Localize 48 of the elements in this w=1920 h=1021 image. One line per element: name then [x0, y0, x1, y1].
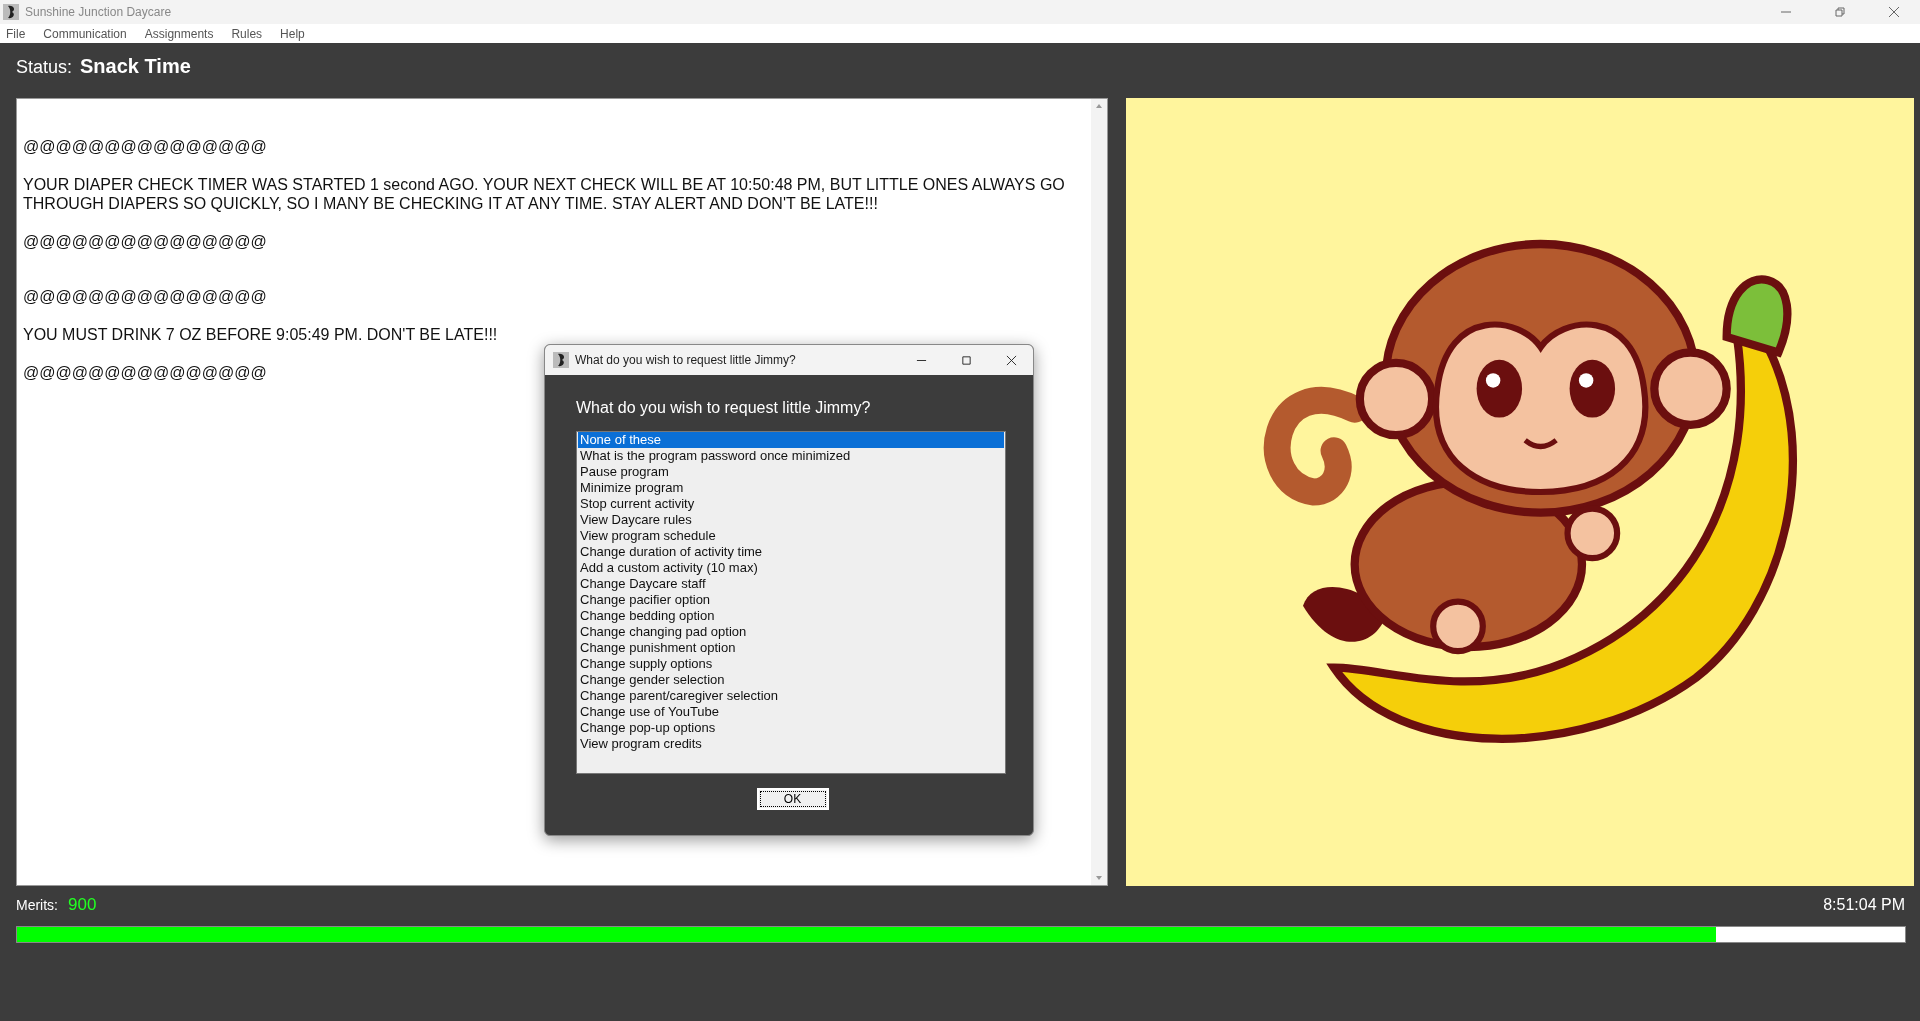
menu-item[interactable]: Help	[278, 26, 307, 41]
list-option[interactable]: Change Daycare staff	[578, 576, 1004, 592]
restore-icon[interactable]	[1834, 6, 1846, 18]
list-option[interactable]: Change bedding option	[578, 608, 1004, 624]
clock-time: 8:51:04 PM	[1823, 896, 1905, 914]
list-option[interactable]: View program schedule	[578, 528, 1004, 544]
menu-item[interactable]: Assignments	[142, 26, 216, 41]
list-option[interactable]: Change pop-up options	[578, 720, 1004, 736]
list-option[interactable]: Change pacifier option	[578, 592, 1004, 608]
list-option[interactable]: View program credits	[578, 736, 1004, 752]
close-icon[interactable]	[1006, 354, 1017, 366]
list-option[interactable]: What is the program password once minimized	[578, 448, 1004, 464]
list-option[interactable]: Change punishment option	[578, 640, 1004, 656]
list-option[interactable]: Change gender selection	[578, 672, 1004, 688]
list-option[interactable]: None of these	[578, 432, 1004, 448]
list-option[interactable]: Change parent/caregiver selection	[578, 688, 1004, 704]
list-option[interactable]: Pause program	[578, 464, 1004, 480]
list-option[interactable]: Change duration of activity time	[578, 544, 1004, 560]
merits-label: Merits:	[16, 897, 58, 913]
list-option[interactable]: View Daycare rules	[578, 512, 1004, 528]
options-listbox[interactable]	[576, 431, 1006, 774]
separator-line-text: @@@@@@@@@@@@@@@	[23, 137, 268, 156]
ok-button[interactable]: OK	[756, 788, 829, 810]
list-option[interactable]: Minimize program	[578, 480, 1004, 496]
app-logo-icon	[3, 4, 19, 20]
merits-value: 900	[68, 895, 97, 915]
scrollbar[interactable]	[1091, 99, 1107, 885]
separator-line-text: @@@@@@@@@@@@@@@	[23, 363, 268, 382]
menu-item[interactable]: Rules	[229, 26, 265, 41]
status-value: Snack Time	[80, 55, 191, 78]
list-option[interactable]: Change supply options	[578, 656, 1004, 672]
dialog-prompt: What do you wish to request little Jimmy?	[576, 399, 872, 417]
menu-item[interactable]: Communication	[41, 26, 129, 41]
separator-line-text: @@@@@@@@@@@@@@@	[23, 232, 268, 251]
menu-item[interactable]: File	[4, 26, 28, 41]
maximize-icon[interactable]	[961, 354, 972, 366]
dialog-title: What do you wish to request little Jimmy?	[575, 353, 796, 367]
app-logo-icon	[553, 352, 569, 368]
status-label: Status:	[16, 57, 73, 78]
list-option[interactable]: Change use of YouTube	[578, 704, 1004, 720]
close-icon[interactable]	[1888, 6, 1900, 18]
log-message: YOUR DIAPER CHECK TIMER WAS STARTED 1 second AGO. YOUR NEXT CHECK WILL BE AT 10:50:48 PM, BUT LITTLE ONES ALWAYS GO THROUGH DIAPERS SO QUICKLY, SO I MANY BE CHECKING IT AT ANY TIME. STAY ALERT AND DON'T BE LATE!!!	[23, 175, 1066, 213]
separator-line-text: @@@@@@@@@@@@@@@	[23, 287, 268, 306]
log-message: YOU MUST DRINK 7 OZ BEFORE 9:05:49 PM. DON'T BE LATE!!!	[23, 325, 499, 344]
list-option[interactable]: Change changing pad option	[578, 624, 1004, 640]
list-option[interactable]: Add a custom activity (10 max)	[578, 560, 1004, 576]
window-title: Sunshine Junction Daycare	[25, 5, 172, 19]
list-option[interactable]: Stop current activity	[578, 496, 1004, 512]
